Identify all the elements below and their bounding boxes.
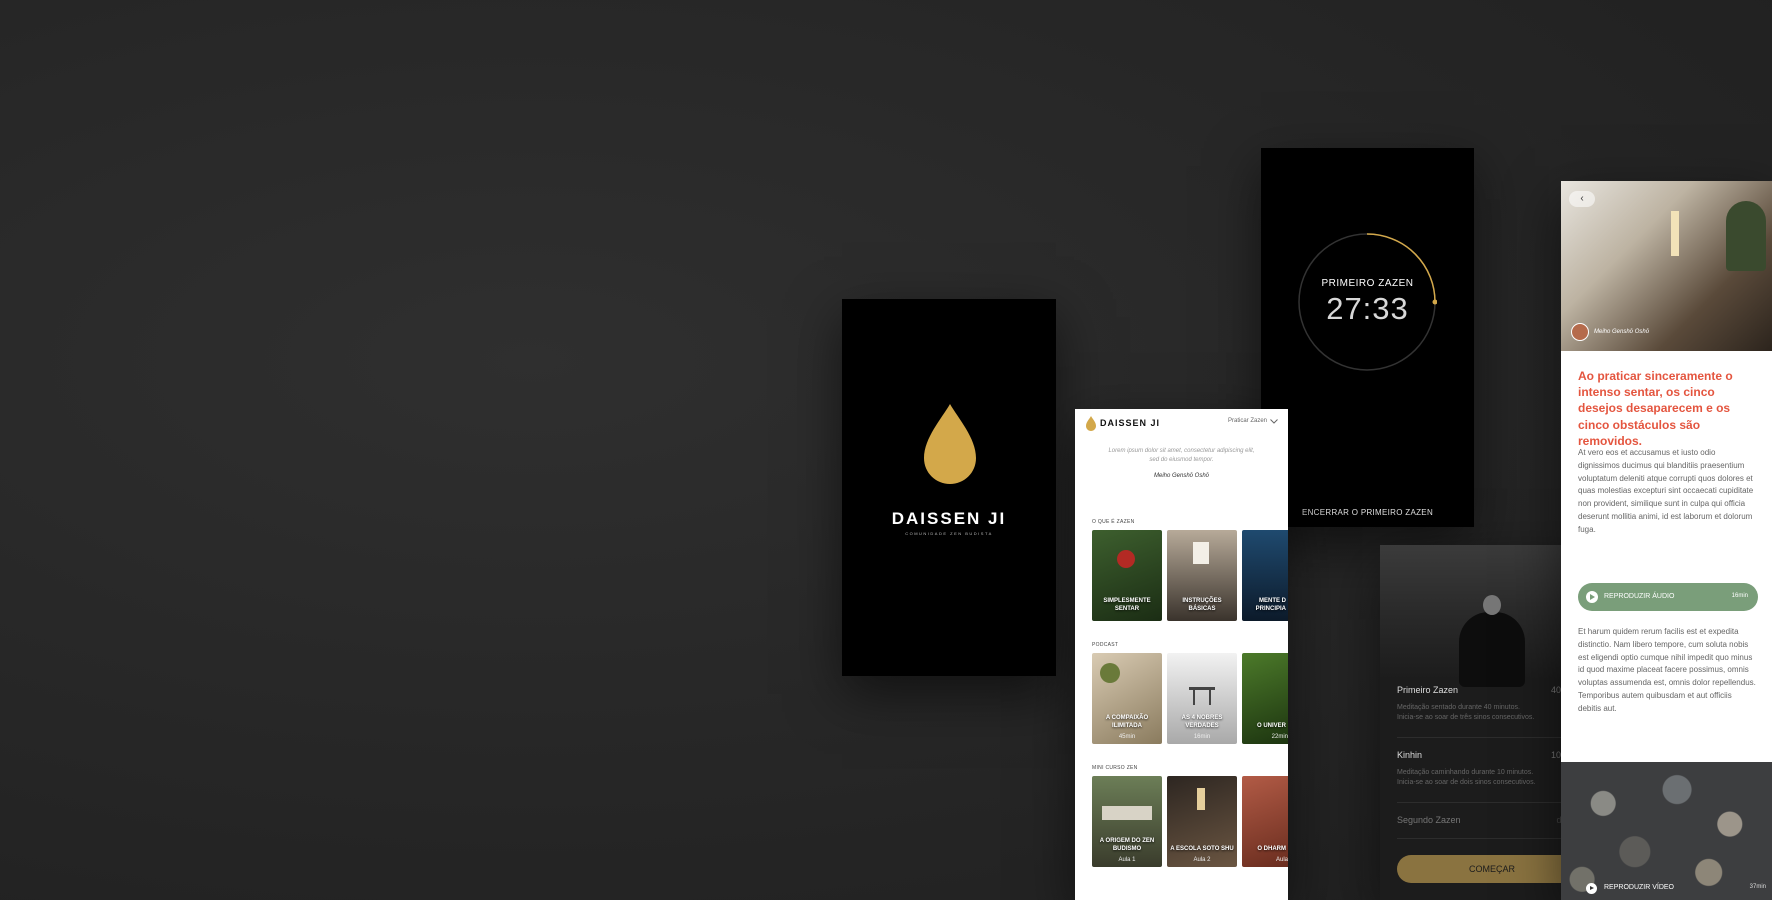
start-button[interactable]: COMEÇAR bbox=[1397, 855, 1587, 883]
video-duration: 37min bbox=[1749, 884, 1766, 890]
splash-screen: DAISSEN JI COMUNIDADE ZEN BUDISTA bbox=[842, 299, 1056, 676]
article-photo: ‹ Meiho Genshō Oshō bbox=[1561, 181, 1772, 351]
drop-icon bbox=[1086, 416, 1096, 431]
card-simplesmente-sentar[interactable]: SIMPLESMENTE SENTAR bbox=[1092, 530, 1162, 621]
practice-dropdown-label: Praticar Zazen bbox=[1227, 418, 1267, 424]
card-title: O DHARM bbox=[1257, 845, 1286, 852]
splash-brand: DAISSEN JI bbox=[891, 509, 1007, 528]
article-screen: ‹ Meiho Genshō Oshō Ao praticar sinceram… bbox=[1561, 181, 1772, 900]
quote-author: Meiho Genshō Oshō bbox=[1153, 473, 1210, 479]
card-o-dharma[interactable]: O DHARM Aula bbox=[1242, 776, 1288, 867]
author-row: Meiho Genshō Oshō bbox=[1571, 323, 1649, 341]
video-thumbnail[interactable]: REPRODUZIR VÍDEO 37min bbox=[1561, 762, 1772, 900]
card-instrucoes-basicas[interactable]: INSTRUÇÕES BÁSICAS bbox=[1167, 530, 1237, 621]
card-lesson: Aula 2 bbox=[1193, 857, 1211, 863]
card-duration: 16min bbox=[1193, 734, 1211, 740]
back-button[interactable]: ‹ bbox=[1569, 191, 1595, 207]
play-audio-button[interactable]: REPRODUZIR ÁUDIO 16min bbox=[1578, 583, 1758, 611]
drop-icon bbox=[924, 404, 976, 484]
video-label: REPRODUZIR VÍDEO bbox=[1604, 884, 1675, 891]
chevron-left-icon: ‹ bbox=[1580, 193, 1584, 204]
card-escola-soto-shu[interactable]: A ESCOLA SOTO SHU Aula 2 bbox=[1167, 776, 1237, 867]
audio-label: REPRODUZIR ÁUDIO bbox=[1604, 593, 1675, 600]
card-title: A COMPAIXÃO ILIMITADA bbox=[1105, 715, 1149, 729]
timer-screen: PRIMEIRO ZAZEN 27:33 ENCERRAR O PRIMEIRO… bbox=[1261, 148, 1474, 527]
article-headline: Ao praticar sinceramente o intenso senta… bbox=[1578, 369, 1733, 448]
home-header: DAISSEN JI Praticar Zazen bbox=[1075, 409, 1288, 439]
card-compaixao-ilimitada[interactable]: A COMPAIXÃO ILIMITADA 45min bbox=[1092, 653, 1162, 744]
card-title: SIMPLESMENTE SENTAR bbox=[1103, 598, 1151, 612]
play-icon bbox=[1586, 591, 1598, 603]
section-label: O QUE É ZAZEN bbox=[1092, 519, 1135, 525]
card-lesson: Aula bbox=[1275, 857, 1288, 863]
end-session-button[interactable]: ENCERRAR O PRIMEIRO ZAZEN bbox=[1261, 508, 1474, 517]
author-name: Meiho Genshō Oshō bbox=[1594, 329, 1650, 335]
timer-countdown: 27:33 bbox=[1326, 291, 1409, 326]
home-screen: DAISSEN JI Praticar Zazen Lorem ipsum do… bbox=[1075, 409, 1288, 900]
audio-duration: 16min bbox=[1731, 593, 1748, 599]
quote-text: Lorem ipsum dolor sit amet, consectetur … bbox=[1108, 448, 1255, 463]
card-title: O UNIVER bbox=[1256, 722, 1286, 729]
card-duration: 22min bbox=[1271, 734, 1288, 740]
section-label: PODCAST bbox=[1092, 642, 1119, 648]
card-title: AS 4 NOBRES VERDADES bbox=[1181, 715, 1223, 729]
practice-dropdown[interactable]: Praticar Zazen bbox=[1228, 418, 1278, 424]
article-paragraph: Et harum quidem rerum facilis est et exp… bbox=[1578, 627, 1756, 713]
card-title: MENTE D PRINCIPIA bbox=[1255, 598, 1286, 612]
section-label: MINI CURSO ZEN bbox=[1092, 765, 1138, 771]
card-title: A ORIGEM DO ZEN BUDISMO bbox=[1099, 838, 1155, 852]
card-duration: 45min bbox=[1118, 734, 1136, 740]
home-brand: DAISSEN JI bbox=[1100, 418, 1161, 428]
card-title: INSTRUÇÕES BÁSICAS bbox=[1182, 598, 1222, 612]
card-mente-principiante[interactable]: MENTE D PRINCIPIA bbox=[1242, 530, 1288, 621]
avatar bbox=[1571, 323, 1589, 341]
card-nobres-verdades[interactable]: AS 4 NOBRES VERDADES 16min bbox=[1167, 653, 1237, 744]
card-o-universo[interactable]: O UNIVER 22min bbox=[1242, 653, 1288, 744]
play-video-button[interactable]: REPRODUZIR VÍDEO 37min bbox=[1561, 882, 1772, 896]
card-title: A ESCOLA SOTO SHU bbox=[1170, 845, 1234, 852]
play-icon bbox=[1586, 883, 1597, 894]
splash-tagline: COMUNIDADE ZEN BUDISTA bbox=[905, 531, 993, 536]
card-origem-zen[interactable]: A ORIGEM DO ZEN BUDISMO Aula 1 bbox=[1092, 776, 1162, 867]
card-lesson: Aula 1 bbox=[1118, 857, 1136, 863]
chevron-down-icon bbox=[1270, 418, 1278, 424]
article-paragraph: At vero eos et accusamus et iusto odio d… bbox=[1578, 448, 1754, 534]
timer-label: PRIMEIRO ZAZEN bbox=[1321, 278, 1414, 289]
